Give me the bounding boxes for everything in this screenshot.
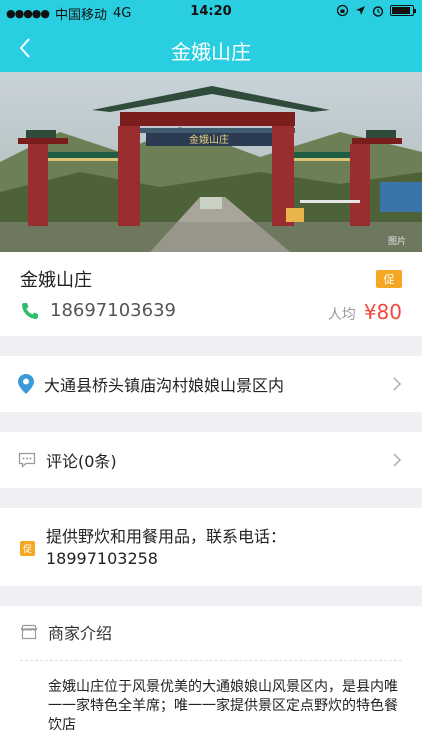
promotion-phone[interactable]: 18997103258 (46, 548, 402, 570)
comments-row[interactable]: 评论(0条) (0, 432, 422, 488)
promotion-line-1: 提供野炊和用餐用品，联系电话： (46, 527, 287, 546)
shop-photo[interactable]: 金娥山庄 图片 (0, 72, 422, 252)
comment-icon (18, 452, 36, 468)
nav-bar: 金娥山庄 (0, 24, 422, 72)
rotation-lock-icon (336, 4, 349, 17)
chevron-right-icon (393, 453, 402, 467)
location-arrow-icon (356, 6, 365, 15)
gate-sign-text: 金娥山庄 (189, 133, 229, 146)
phone-icon (22, 302, 38, 319)
photo-watermark: 图片 (388, 235, 406, 247)
status-right (336, 4, 416, 17)
address-row[interactable]: 大通县桥头镇庙沟村娘娘山景区内 (0, 356, 422, 412)
battery-icon (390, 5, 416, 16)
promo-badge: 促 (376, 270, 402, 288)
average-price-value: ¥80 (363, 300, 402, 324)
shop-info-card: 金娥山庄 促 18697103639 人均 ¥80 (0, 252, 422, 336)
phone-row[interactable]: 18697103639 (20, 300, 176, 321)
shop-name: 金娥山庄 (20, 270, 92, 291)
promotion-text: 提供野炊和用餐用品，联系电话： 18997103258 (46, 526, 402, 570)
location-pin-icon (18, 374, 34, 394)
gate-photo-illustration: 金娥山庄 图片 (0, 72, 422, 252)
intro-text: 金娥山庄位于风景优美的大通娘娘山风景区内，是县内唯一一家特色全羊席；唯一一家提供… (48, 679, 398, 733)
chevron-right-icon (393, 377, 402, 391)
promotion-block: 促 提供野炊和用餐用品，联系电话： 18997103258 (0, 508, 422, 586)
address-text: 大通县桥头镇庙沟村娘娘山景区内 (44, 376, 285, 395)
promo-tag-icon: 促 (20, 541, 35, 556)
intro-title: 商家介绍 (48, 624, 113, 643)
store-icon (20, 624, 38, 640)
comments-count: 评论(0条) (46, 452, 117, 471)
divider (20, 660, 402, 661)
page-title: 金娥山庄 (171, 40, 251, 64)
alarm-icon (372, 5, 384, 17)
shop-introduction: 商家介绍 金娥山庄位于风景优美的大通娘娘山风景区内，是县内唯一一家特色全羊席；唯… (0, 606, 422, 750)
phone-number[interactable]: 18697103639 (50, 300, 176, 321)
average-price: 人均 ¥80 (328, 300, 402, 324)
average-price-label: 人均 (327, 307, 356, 323)
status-bar: ●●●●● 中国移动 4G 14:20 (0, 0, 422, 24)
intro-header: 商家介绍 (20, 620, 112, 644)
